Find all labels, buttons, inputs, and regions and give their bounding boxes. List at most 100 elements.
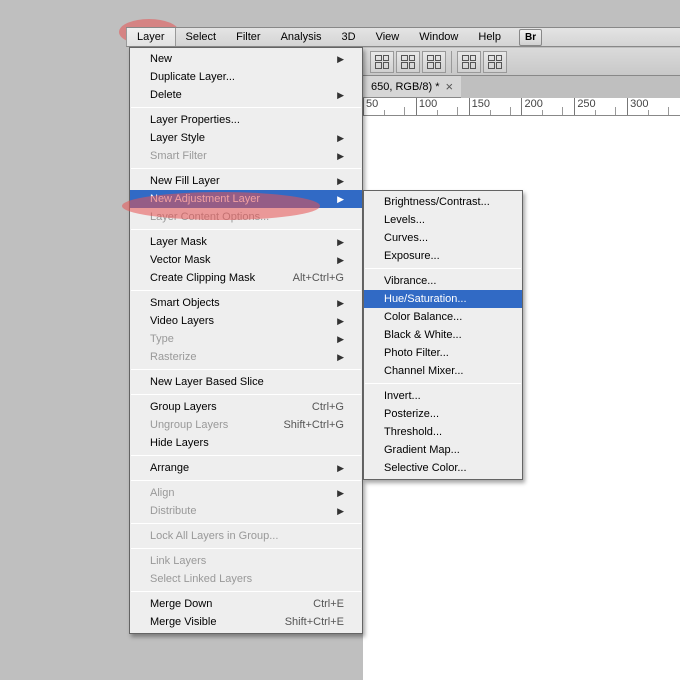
align-bottom-icon[interactable] (422, 51, 446, 73)
layer-menu-item[interactable]: Video Layers▶ (130, 312, 362, 330)
layer-menu-item[interactable]: Group LayersCtrl+G (130, 398, 362, 416)
distribute-v-icon[interactable] (483, 51, 507, 73)
layer-menu-item[interactable]: Layer Mask▶ (130, 233, 362, 251)
menu-item-label: Gradient Map... (384, 444, 460, 456)
menu-item-label: Hue/Saturation... (384, 293, 467, 305)
menu-shortcut: Ctrl+E (313, 598, 344, 610)
layer-menu-item[interactable]: New▶ (130, 50, 362, 68)
layer-menu-item[interactable]: Vector Mask▶ (130, 251, 362, 269)
layer-menu-item: Ungroup Layers Shift+Ctrl+G (130, 416, 362, 434)
layer-menu-item[interactable]: Delete▶ (130, 86, 362, 104)
menu-separator (131, 591, 361, 592)
menu-layer[interactable]: Layer (126, 28, 176, 46)
adjust-menu-item[interactable]: Posterize... (364, 405, 522, 423)
ruler-tick: 150 (469, 98, 522, 115)
menu-help[interactable]: Help (468, 28, 511, 46)
ruler: 50 100 150 200 250 300 (363, 98, 680, 116)
layer-menu-item[interactable]: Arrange▶ (130, 459, 362, 477)
menu-shortcut: Alt+Ctrl+G (293, 272, 344, 284)
menu-shortcut: Ctrl+G (312, 401, 344, 413)
menu-separator (131, 455, 361, 456)
ruler-tick: 50 (363, 98, 416, 115)
distribute-h-icon[interactable] (457, 51, 481, 73)
layer-menu-item: Type▶ (130, 330, 362, 348)
menu-item-label: Layer Style (150, 132, 205, 144)
adjustment-submenu: Brightness/Contrast... Levels...Curves...… (363, 190, 523, 480)
menu-item-label: Layer Content Options... (150, 211, 269, 223)
menu-item-label: Rasterize (150, 351, 196, 363)
adjust-menu-item[interactable]: Black & White... (364, 326, 522, 344)
layer-menu-item: Layer Content Options... (130, 208, 362, 226)
menu-item-label: Duplicate Layer... (150, 71, 235, 83)
menu-analysis[interactable]: Analysis (271, 28, 332, 46)
adjust-menu-item[interactable]: Photo Filter... (364, 344, 522, 362)
layer-menu-item[interactable]: Duplicate Layer... (130, 68, 362, 86)
adjust-menu-item[interactable]: Brightness/Contrast... (364, 193, 522, 211)
menu-item-label: Black & White... (384, 329, 462, 341)
menu-separator (131, 480, 361, 481)
menu-filter[interactable]: Filter (226, 28, 270, 46)
layer-menu-item: Distribute▶ (130, 502, 362, 520)
menu-separator (131, 168, 361, 169)
adjust-menu-item[interactable]: Channel Mixer... (364, 362, 522, 380)
submenu-arrow-icon: ▶ (337, 176, 344, 187)
align-top-icon[interactable] (370, 51, 394, 73)
layer-menu-item[interactable]: Hide Layers (130, 434, 362, 452)
alignment-toolbar (363, 48, 680, 76)
layer-menu-item: Align▶ (130, 484, 362, 502)
menu-item-label: Posterize... (384, 408, 439, 420)
menu-item-label: Link Layers (150, 555, 206, 567)
adjust-menu-item[interactable]: Curves... (364, 229, 522, 247)
submenu-arrow-icon: ▶ (337, 237, 344, 248)
adjust-menu-item[interactable]: Threshold... (364, 423, 522, 441)
menu-separator (131, 229, 361, 230)
menu-separator (131, 290, 361, 291)
submenu-arrow-icon: ▶ (337, 463, 344, 474)
document-tab[interactable]: 650, RGB/8) * × (363, 76, 461, 98)
menu-shortcut: Shift+Ctrl+G (283, 419, 344, 431)
adjust-menu-item[interactable]: Invert... (364, 387, 522, 405)
menu-item-label: New Adjustment Layer (150, 193, 260, 205)
close-icon[interactable]: × (445, 79, 453, 94)
submenu-arrow-icon: ▶ (337, 298, 344, 309)
layer-menu-item[interactable]: New Adjustment Layer▶ (130, 190, 362, 208)
ruler-tick: 300 (627, 98, 680, 115)
layer-menu-item: Link Layers (130, 552, 362, 570)
adjust-menu-item[interactable]: Hue/Saturation... (364, 290, 522, 308)
adjust-menu-item[interactable]: Selective Color... (364, 459, 522, 477)
menu-item-label: Brightness/Contrast... (384, 196, 490, 208)
layer-menu-item[interactable]: Merge DownCtrl+E (130, 595, 362, 613)
menu-item-label: New Fill Layer (150, 175, 220, 187)
menu-item-label: Video Layers (150, 315, 214, 327)
menu-separator (131, 107, 361, 108)
menu-separator (365, 383, 521, 384)
menu-3d[interactable]: 3D (332, 28, 366, 46)
layer-menu-item[interactable]: New Layer Based Slice (130, 373, 362, 391)
document-title: 650, RGB/8) * (371, 81, 439, 93)
layer-menu-item[interactable]: Merge VisibleShift+Ctrl+E (130, 613, 362, 631)
adjust-menu-item[interactable]: Gradient Map... (364, 441, 522, 459)
adjust-menu-item[interactable]: Vibrance... (364, 272, 522, 290)
menu-item-label: Selective Color... (384, 462, 467, 474)
menu-item-label: Photo Filter... (384, 347, 449, 359)
layer-menu-item[interactable]: Layer Style▶ (130, 129, 362, 147)
menu-window[interactable]: Window (409, 28, 468, 46)
menu-item-label: New (150, 53, 172, 65)
bridge-button[interactable]: Br (519, 29, 542, 46)
menu-select[interactable]: Select (176, 28, 227, 46)
adjust-menu-item[interactable]: Color Balance... (364, 308, 522, 326)
menu-view[interactable]: View (366, 28, 410, 46)
layer-menu-item[interactable]: Smart Objects▶ (130, 294, 362, 312)
layer-menu-item[interactable]: Create Clipping MaskAlt+Ctrl+G (130, 269, 362, 287)
menu-item-label: New Layer Based Slice (150, 376, 264, 388)
adjust-menu-item[interactable]: Exposure... (364, 247, 522, 265)
layer-menu-item[interactable]: New Fill Layer ▶ (130, 172, 362, 190)
layer-menu-item[interactable]: Layer Properties... (130, 111, 362, 129)
submenu-arrow-icon: ▶ (337, 151, 344, 162)
menu-item-label: Color Balance... (384, 311, 462, 323)
menu-item-label: Ungroup Layers (150, 419, 228, 431)
adjust-menu-item[interactable]: Levels... (364, 211, 522, 229)
align-middle-icon[interactable] (396, 51, 420, 73)
menu-separator (131, 548, 361, 549)
menubar: Layer Select Filter Analysis 3D View Win… (126, 27, 680, 47)
